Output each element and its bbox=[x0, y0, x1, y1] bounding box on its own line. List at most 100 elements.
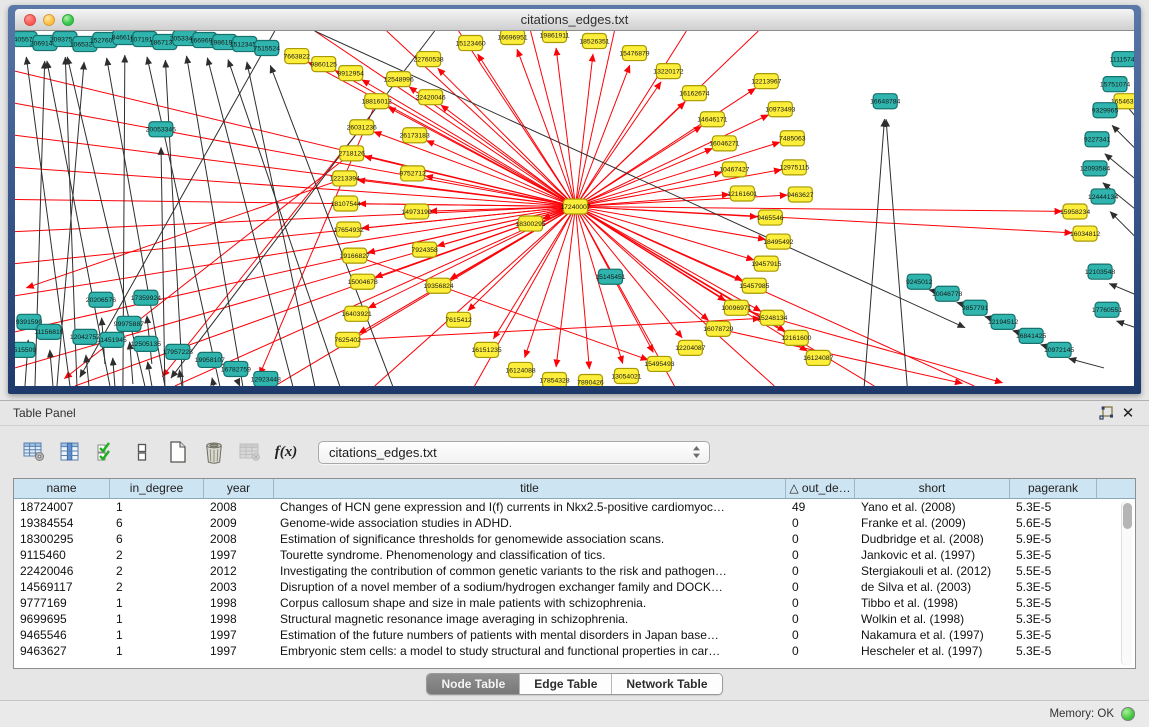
graph-node[interactable]: 16648784 bbox=[870, 94, 900, 109]
table-selector-dropdown[interactable]: citations_edges.txt bbox=[318, 441, 710, 464]
graph-node[interactable]: 26173183 bbox=[400, 128, 430, 143]
graph-node[interactable]: 12213967 bbox=[751, 74, 781, 89]
column-header-in_degree[interactable]: in_degree bbox=[110, 479, 204, 498]
graph-node[interactable]: 18495492 bbox=[763, 234, 793, 249]
tab-network-table[interactable]: Network Table bbox=[612, 674, 721, 694]
graph-node[interactable]: 18526351 bbox=[579, 34, 609, 49]
graph-node[interactable]: 15495493 bbox=[644, 356, 674, 371]
graph-node[interactable]: 13054021 bbox=[611, 368, 641, 383]
graph-node[interactable]: 15248134 bbox=[757, 310, 787, 325]
graph-node[interactable]: 7515524 bbox=[254, 41, 281, 56]
graph-node[interactable]: 12161600 bbox=[781, 330, 811, 345]
graph-node[interactable]: 10973493 bbox=[765, 102, 795, 117]
graph-node[interactable]: 18107544 bbox=[331, 196, 361, 211]
float-panel-button[interactable] bbox=[1095, 404, 1117, 422]
graph-node[interactable]: 9752712 bbox=[399, 166, 426, 181]
graph-node[interactable]: 20053346 bbox=[146, 122, 176, 137]
graph-node[interactable]: 12548996 bbox=[384, 72, 414, 87]
graph-node[interactable]: 15145451 bbox=[595, 269, 625, 284]
graph-node[interactable]: 15476879 bbox=[619, 46, 649, 61]
graph-hub-node[interactable]: 17240007 bbox=[560, 199, 590, 214]
graph-node[interactable]: 17854328 bbox=[539, 372, 569, 386]
column-header-short[interactable]: short bbox=[855, 479, 1010, 498]
graph-node[interactable]: 7924358 bbox=[411, 242, 438, 257]
graph-node[interactable]: 16034812 bbox=[1070, 226, 1100, 241]
graph-node[interactable]: 15751074 bbox=[1100, 77, 1130, 92]
graph-node[interactable]: 10467427 bbox=[719, 162, 749, 177]
graph-node[interactable]: 15457985 bbox=[739, 278, 769, 293]
graph-node[interactable]: 17359924 bbox=[131, 290, 161, 305]
graph-node[interactable]: 12213394 bbox=[330, 171, 360, 186]
graph-node[interactable]: 7625402 bbox=[334, 332, 361, 347]
graph-node[interactable]: 19457915 bbox=[751, 256, 781, 271]
graph-node[interactable]: 7485063 bbox=[779, 131, 806, 146]
graph-node[interactable]: 12505135 bbox=[131, 336, 161, 351]
graph-node[interactable]: 7663822 bbox=[284, 49, 311, 64]
graph-node[interactable]: 15123460 bbox=[455, 36, 485, 51]
table-row[interactable]: 1830029562008Estimation of significance … bbox=[14, 531, 1135, 547]
column-header-year[interactable]: year bbox=[204, 479, 274, 498]
network-view-canvas[interactable]: 1405571220691406209375411065328715276027… bbox=[15, 31, 1134, 386]
graph-node[interactable]: 9463627 bbox=[787, 187, 814, 202]
zoom-window-button[interactable] bbox=[62, 14, 74, 26]
table-vertical-scrollbar[interactable] bbox=[1121, 501, 1132, 666]
graph-node[interactable]: 12103548 bbox=[1085, 264, 1115, 279]
graph-node[interactable]: 19356824 bbox=[424, 278, 454, 293]
graph-node[interactable]: 10972145 bbox=[1044, 342, 1074, 357]
graph-node[interactable]: 9227341 bbox=[1084, 132, 1111, 147]
graph-node[interactable]: 10096971 bbox=[721, 300, 751, 315]
graph-node[interactable]: 16078729 bbox=[703, 321, 733, 336]
graph-node[interactable]: 16046271 bbox=[709, 136, 739, 151]
graph-node[interactable]: 19958107 bbox=[195, 352, 225, 367]
graph-node[interactable]: 22420046 bbox=[416, 90, 446, 105]
graph-node[interactable]: 26031236 bbox=[347, 120, 377, 135]
graph-node[interactable]: 17654932 bbox=[334, 222, 364, 237]
delete-column-button[interactable] bbox=[198, 437, 230, 467]
table-row[interactable]: 977716911998Corpus callosum shape and si… bbox=[14, 595, 1135, 611]
graph-node[interactable]: 19861911 bbox=[540, 31, 570, 43]
graph-node[interactable]: 10046778 bbox=[932, 286, 962, 301]
table-row[interactable]: 946554611997Estimation of the future num… bbox=[14, 627, 1135, 643]
column-header-pagerank[interactable]: pagerank bbox=[1010, 479, 1097, 498]
close-window-button[interactable] bbox=[24, 14, 36, 26]
graph-node[interactable]: 9857791 bbox=[962, 300, 989, 315]
tab-edge-table[interactable]: Edge Table bbox=[520, 674, 612, 694]
graph-node[interactable]: 11115748 bbox=[1110, 52, 1134, 67]
show-columns-button[interactable] bbox=[54, 437, 86, 467]
network-window-titlebar[interactable]: citations_edges.txt bbox=[15, 9, 1134, 31]
graph-node[interactable]: 7615412 bbox=[445, 312, 472, 327]
graph-node[interactable]: 12204087 bbox=[675, 340, 705, 355]
graph-node[interactable]: 15004678 bbox=[348, 274, 378, 289]
table-row[interactable]: 2242004622012Investigating the contribut… bbox=[14, 563, 1135, 579]
graph-node[interactable]: 16124087 bbox=[803, 350, 833, 365]
graph-node[interactable]: 12042757 bbox=[70, 329, 100, 344]
table-row[interactable]: 969969511998Structural magnetic resonanc… bbox=[14, 611, 1135, 627]
graph-node[interactable]: 11451945 bbox=[97, 332, 127, 347]
graph-node[interactable]: 16782759 bbox=[221, 361, 251, 376]
tab-node-table[interactable]: Node Table bbox=[427, 674, 520, 694]
graph-node[interactable]: 16151235 bbox=[471, 342, 501, 357]
graph-node[interactable]: 99975887 bbox=[114, 316, 144, 331]
graph-node[interactable]: 8912954 bbox=[337, 66, 364, 81]
graph-node[interactable]: 18816012 bbox=[362, 94, 392, 109]
graph-node[interactable]: 11156819 bbox=[34, 324, 63, 339]
graph-node[interactable]: 9860125 bbox=[311, 57, 338, 72]
graph-node[interactable]: 20206576 bbox=[86, 292, 116, 307]
graph-node[interactable]: 12444134 bbox=[1088, 189, 1118, 204]
table-mode-button[interactable] bbox=[18, 437, 50, 467]
graph-node[interactable]: 16403921 bbox=[342, 306, 372, 321]
unselect-all-button[interactable] bbox=[126, 437, 158, 467]
graph-node[interactable]: 16162674 bbox=[679, 86, 709, 101]
graph-node[interactable]: 7890426 bbox=[577, 374, 604, 386]
graph-node[interactable]: 9515509 bbox=[15, 342, 36, 357]
graph-node[interactable]: 14973190 bbox=[402, 204, 432, 219]
minimize-window-button[interactable] bbox=[43, 14, 55, 26]
graph-node[interactable]: 13220172 bbox=[653, 64, 683, 79]
table-row[interactable]: 911546021997Tourette syndrome. Phenomeno… bbox=[14, 547, 1135, 563]
graph-node[interactable]: 2718126 bbox=[338, 146, 365, 161]
create-column-button[interactable] bbox=[162, 437, 194, 467]
graph-node[interactable]: 12194512 bbox=[988, 314, 1018, 329]
column-header-out_degree[interactable]: △ out_de… bbox=[786, 479, 855, 498]
citation-network-graph[interactable]: 1405571220691406209375411065328715276027… bbox=[15, 31, 1134, 386]
graph-node[interactable]: 9245012 bbox=[906, 274, 933, 289]
